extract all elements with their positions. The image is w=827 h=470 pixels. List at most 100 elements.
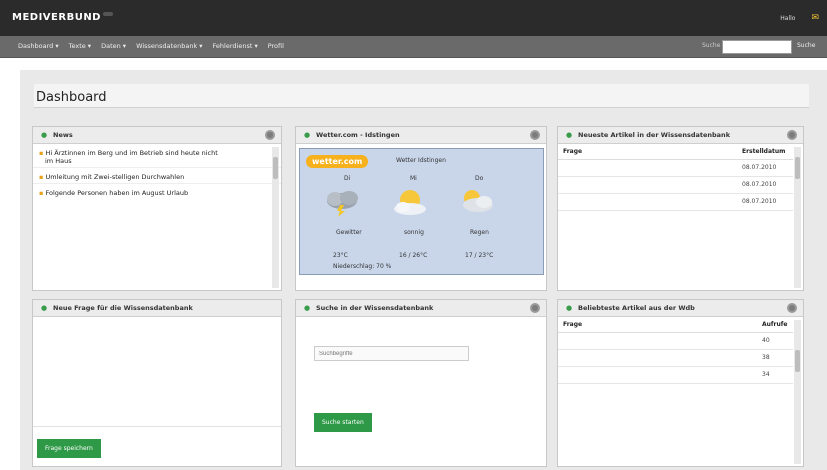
bullet-icon: ● (304, 304, 311, 312)
top-search-button[interactable]: Suche (797, 42, 815, 49)
settings-icon[interactable] (787, 130, 797, 140)
popular-question[interactable] (558, 332, 757, 351)
popular-table: Frage Aufrufe 40 38 34 (558, 317, 793, 385)
article-date: 08.07.2010 (737, 193, 793, 212)
nav-item-dashboard[interactable]: Dashboard ▾ (18, 42, 59, 50)
col-views[interactable]: Aufrufe (757, 317, 793, 333)
nav-item-fehlerdienst[interactable]: Fehlerdienst ▾ (213, 42, 258, 50)
news-title[interactable]: ▪ Hi Ärztinnen im Berg und im Betrieb si… (39, 149, 275, 165)
bullet-icon: ● (566, 131, 573, 139)
popular-views: 34 (757, 366, 793, 385)
bullet-icon: ● (304, 131, 311, 139)
settings-icon[interactable] (265, 130, 275, 140)
settings-icon[interactable] (530, 303, 540, 313)
table-row[interactable]: 34 (558, 366, 793, 385)
start-search-button[interactable]: Suche starten (314, 413, 372, 432)
weather-day: Mi (410, 175, 417, 182)
scroll-thumb[interactable] (795, 350, 800, 372)
panel-title: News (53, 131, 73, 139)
weather-panel: ● Wetter.com - Idstingen wetter.com Wett… (295, 126, 547, 291)
sun-icon (390, 187, 450, 219)
panel-header: ● Suche in der Wissensdatenbank (296, 300, 546, 317)
top-search-input[interactable] (722, 40, 792, 54)
news-title-line: im Haus (45, 157, 72, 165)
weather-temp: 16 / 26°C (399, 252, 428, 259)
scrollbar[interactable] (794, 320, 801, 464)
panel-header: ● Neueste Artikel in der Wissensdatenban… (558, 127, 803, 144)
search-label: Suche (702, 42, 721, 49)
news-title[interactable]: ▪ Umleitung mit Zwei-stelligen Durchwahl… (39, 173, 275, 181)
panel-header: ● Wetter.com - Idstingen (296, 127, 546, 144)
popular-articles-panel: ● Beliebteste Artikel aus der Wdb Frage A… (557, 299, 804, 467)
brand-logo[interactable]: MEDIVERBUND (12, 12, 101, 23)
bullet-icon: ● (41, 131, 48, 139)
weather-condition: Regen (470, 229, 489, 236)
table-row[interactable]: 08.07.2010 (558, 193, 793, 212)
new-question-panel: ● Neue Frage für die Wissensdatenbank Fr… (32, 299, 282, 467)
kb-search-panel: ● Suche in der Wissensdatenbank Suche st… (295, 299, 547, 467)
news-panel: ● News ▪ Hi Ärztinnen im Berg und im Bet… (32, 126, 282, 291)
news-bullet-icon: ▪ (39, 149, 44, 157)
article-date: 08.07.2010 (737, 159, 793, 178)
settings-icon[interactable] (787, 303, 797, 313)
news-title-line: Hi Ärztinnen im Berg und im Betrieb sind… (45, 149, 218, 157)
nav-item-profil[interactable]: Profil (268, 42, 284, 50)
table-row[interactable]: 40 (558, 332, 793, 351)
weather-widget[interactable]: wetter.com Wetter Idstingen Di Mi Do Gew… (299, 148, 544, 275)
weather-temp: 17 / 23°C (465, 252, 494, 259)
brand-badge (103, 12, 113, 16)
panel-header: ● Neue Frage für die Wissensdatenbank (33, 300, 281, 317)
wetter-logo[interactable]: wetter.com (306, 155, 369, 168)
weather-day: Do (475, 175, 484, 182)
table-row[interactable]: 38 (558, 349, 793, 368)
user-area: Hallo ✉ (780, 13, 819, 23)
articles-table: Frage Erstelldatum 08.07.2010 08.07.2010 … (558, 144, 793, 212)
scrollbar[interactable] (272, 147, 279, 288)
bell-icon[interactable]: ✉ (811, 13, 819, 23)
weather-day: Di (344, 175, 351, 182)
weather-location: Wetter Idstingen (396, 157, 446, 164)
panel-title: Neueste Artikel in der Wissensdatenbank (578, 131, 731, 139)
nav-item-texte[interactable]: Texte ▾ (69, 42, 91, 50)
news-item[interactable]: ▪ Hi Ärztinnen im Berg und im Betrieb si… (33, 144, 281, 167)
nav-item-wissensdatenbank[interactable]: Wissensdatenbank ▾ (136, 42, 202, 50)
news-bullet-icon: ▪ (39, 173, 44, 181)
main-nav: Dashboard ▾ Texte ▾ Daten ▾ Wissensdaten… (0, 36, 827, 58)
col-created[interactable]: Erstelldatum (737, 144, 793, 160)
nav-item-daten[interactable]: Daten ▾ (101, 42, 126, 50)
news-item[interactable]: ▪ Folgende Personen haben im August Urla… (33, 183, 281, 199)
settings-icon[interactable] (530, 130, 540, 140)
article-question[interactable] (558, 193, 737, 212)
scroll-thumb[interactable] (795, 157, 800, 179)
panel-header: ● Beliebteste Artikel aus der Wdb (558, 300, 803, 317)
article-question[interactable] (558, 159, 737, 178)
news-item[interactable]: ▪ Umleitung mit Zwei-stelligen Durchwahl… (33, 167, 281, 183)
scrollbar[interactable] (794, 147, 801, 288)
popular-question[interactable] (558, 349, 757, 368)
newest-articles-panel: ● Neueste Artikel in der Wissensdatenban… (557, 126, 804, 291)
popular-views: 40 (757, 332, 793, 351)
scroll-thumb[interactable] (273, 157, 278, 179)
col-question[interactable]: Frage (558, 317, 757, 333)
question-textarea[interactable] (33, 317, 281, 427)
weather-temp: 23°C (333, 252, 348, 259)
news-title-line: Umleitung mit Zwei-stelligen Durchwahlen (45, 173, 185, 181)
bullet-icon: ● (566, 304, 573, 312)
col-question[interactable]: Frage (558, 144, 737, 160)
popular-question[interactable] (558, 366, 757, 385)
panel-title: Beliebteste Artikel aus der Wdb (578, 304, 695, 312)
weather-rain: Niederschlag: 70 % (333, 263, 392, 270)
news-title[interactable]: ▪ Folgende Personen haben im August Urla… (39, 189, 275, 197)
news-bullet-icon: ▪ (39, 189, 44, 197)
panel-title: Suche in der Wissensdatenbank (316, 304, 434, 312)
table-row[interactable]: 08.07.2010 (558, 176, 793, 195)
page-title: Dashboard (36, 90, 107, 105)
article-date: 08.07.2010 (737, 176, 793, 195)
weather-condition: sonnig (404, 229, 424, 236)
kb-search-input[interactable] (314, 346, 469, 361)
title-bar: Dashboard (34, 84, 809, 108)
article-question[interactable] (558, 176, 737, 195)
rain-cloud-icon (456, 187, 516, 219)
table-row[interactable]: 08.07.2010 (558, 159, 793, 178)
save-question-button[interactable]: Frage speichern (37, 439, 101, 458)
